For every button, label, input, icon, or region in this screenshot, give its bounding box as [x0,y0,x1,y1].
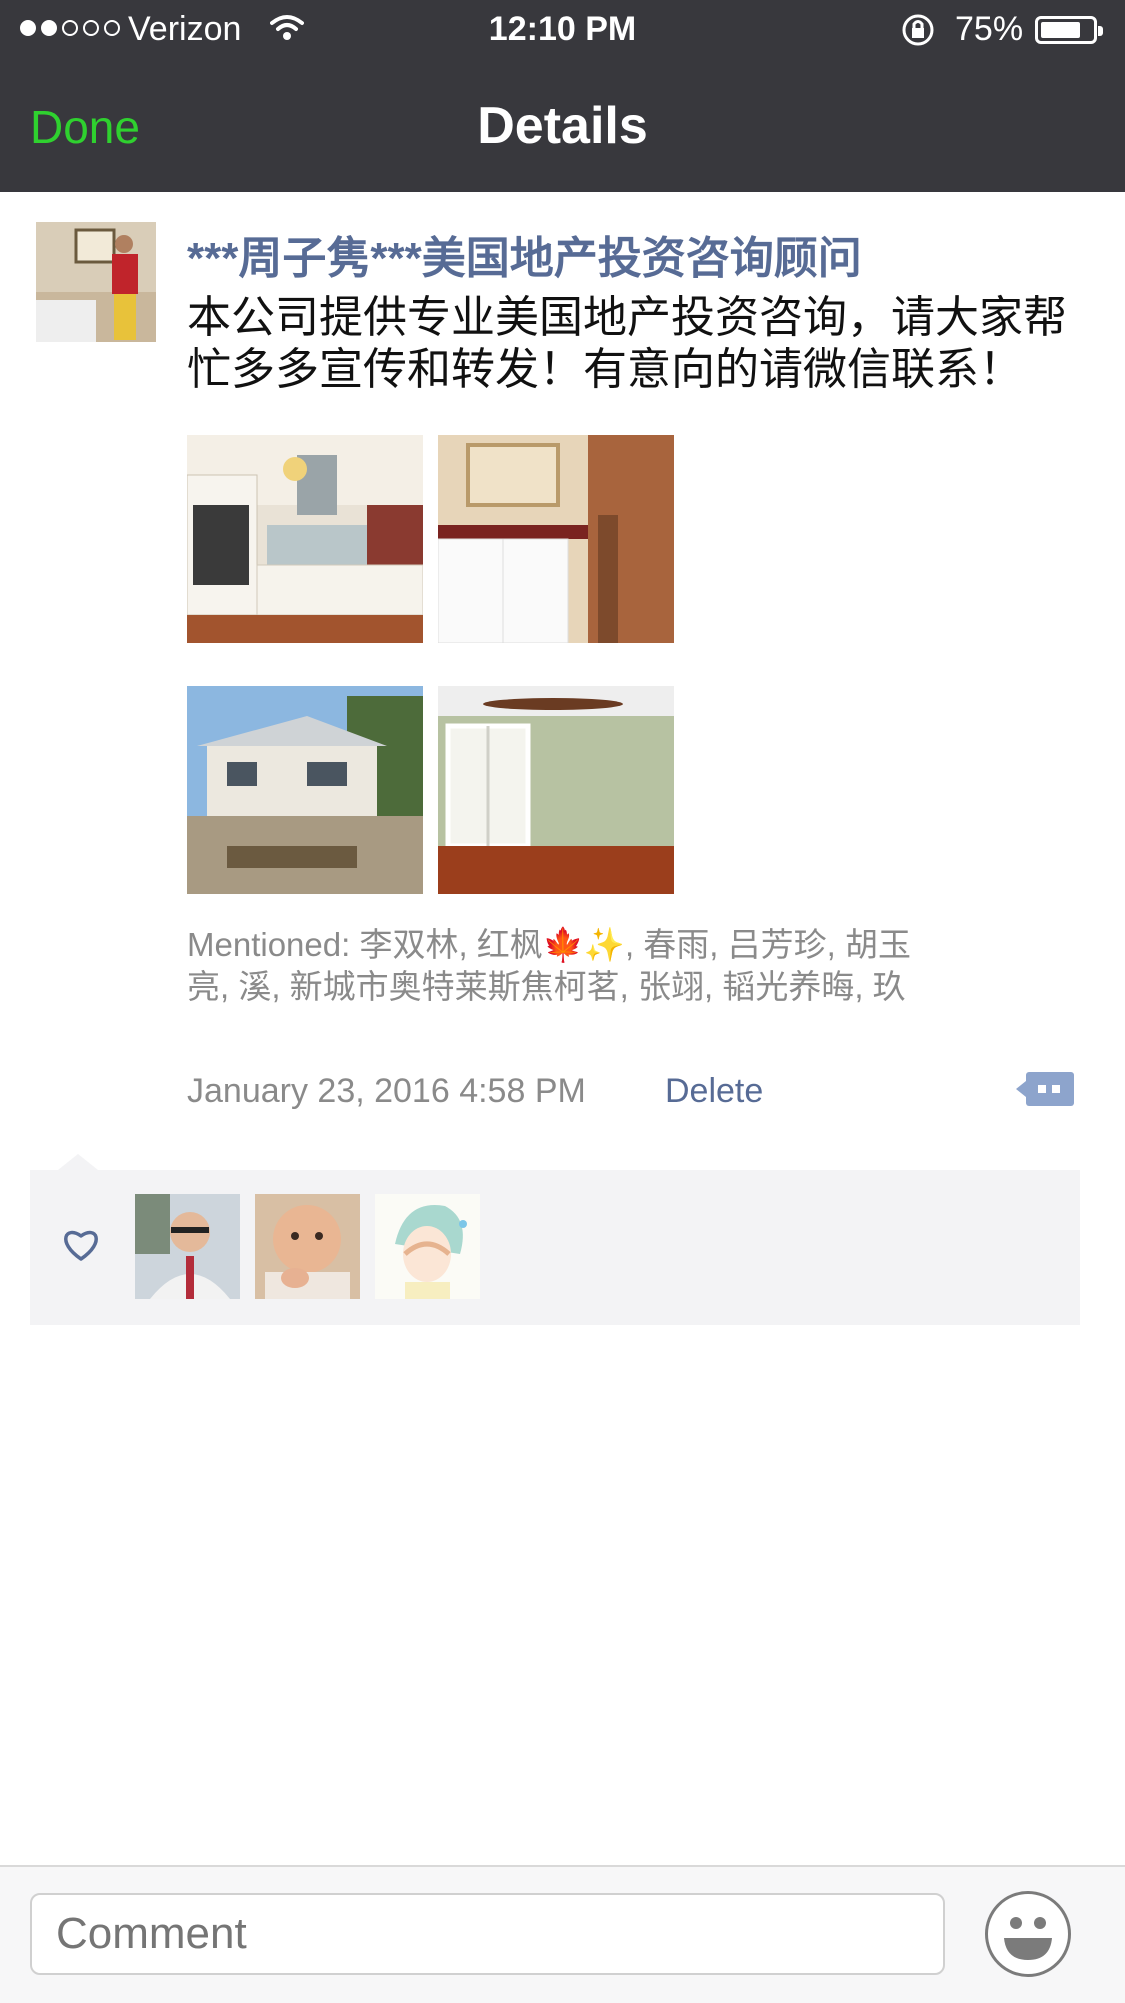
battery-percentage: 75% [955,10,1024,48]
comment-input[interactable] [30,1893,945,1975]
bathroom-photo[interactable] [438,435,674,643]
bedroom-photo[interactable] [438,686,674,894]
likes-panel [30,1170,1080,1325]
smiley-face-icon[interactable] [985,1891,1071,1977]
top-bar: Verizon 12:10 PM 75% Done Details [0,0,1125,192]
post-text: 本公司提供专业美国地产投资咨询，请大家帮忙多多宣传和转发！有意向的请微信联系！ [187,293,1067,394]
status-bar: Verizon 12:10 PM 75% [0,0,1125,62]
anime-character-avatar[interactable] [375,1194,480,1299]
man-in-suit-avatar[interactable] [135,1194,240,1299]
comment-menu-icon[interactable] [1016,1068,1074,1110]
author-avatar[interactable] [36,222,156,342]
house-exterior-photo[interactable] [187,686,423,894]
page-title: Details [477,97,648,155]
battery-icon [1035,16,1103,44]
comment-bar [0,1865,1125,2003]
likes-pointer [58,1154,98,1170]
mentioned-list: Mentioned: 李双林, 红枫🍁✨, 春雨, 吕芳珍, 胡玉亮, 溪, 新… [187,926,911,1005]
author-name[interactable]: ***周子隽***美国地产投资咨询顾问 [187,222,862,286]
rotation-lock-icon [900,12,936,53]
heart-icon [62,1228,100,1267]
baby-avatar[interactable] [255,1194,360,1299]
post-timestamp: January 23, 2016 4:58 PM [187,1072,586,1110]
delete-button[interactable]: Delete [665,1072,763,1111]
kitchen-photo[interactable] [187,435,423,643]
